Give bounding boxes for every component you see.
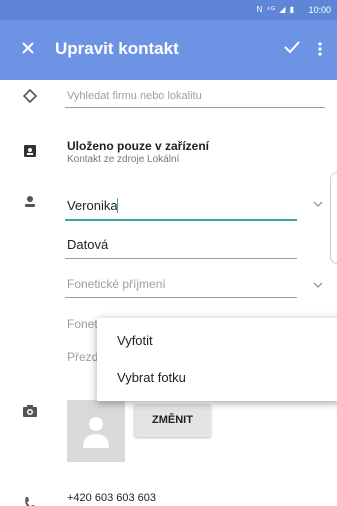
phone-icon xyxy=(25,497,36,506)
change-photo-button[interactable]: ZMĚNIT xyxy=(134,404,211,437)
phone-number-input[interactable]: +420 603 603 603 xyxy=(67,492,156,504)
menu-item-take-photo[interactable]: Vyfotit xyxy=(117,333,153,348)
chevron-down-icon[interactable] xyxy=(313,281,323,289)
contact-photo-placeholder[interactable] xyxy=(67,400,125,462)
app-bar: Upravit kontakt xyxy=(0,20,337,80)
last-name-input[interactable]: Datová xyxy=(67,237,108,252)
text-cursor xyxy=(117,198,118,213)
check-icon[interactable] xyxy=(283,39,301,55)
contact-card-icon xyxy=(24,145,36,157)
photo-options-menu: Vyfotit Vybrat fotku xyxy=(97,318,337,401)
close-icon[interactable] xyxy=(20,40,36,56)
first-name-input[interactable]: Veronika xyxy=(67,198,118,213)
side-panel-edge xyxy=(330,172,337,264)
phonetic-last-name-input[interactable]: Fonetické příjmení xyxy=(67,277,166,291)
phonetic-last-name-underline xyxy=(65,297,297,298)
page-title: Upravit kontakt xyxy=(55,39,179,58)
first-name-underline xyxy=(65,219,297,221)
status-icons: N ⁴ᴳ ◢ ▮ xyxy=(256,5,295,14)
camera-icon xyxy=(23,405,37,417)
company-search-underline xyxy=(65,107,325,108)
last-name-underline xyxy=(65,258,297,259)
more-vert-icon[interactable] xyxy=(317,41,323,57)
location-icon xyxy=(22,88,38,104)
status-time: 10:00 xyxy=(308,5,331,15)
avatar-silhouette-icon xyxy=(83,417,109,448)
menu-item-choose-photo[interactable]: Vybrat fotku xyxy=(117,370,186,385)
company-search-input[interactable]: Vyhledat firmu nebo lokalitu xyxy=(67,90,202,102)
chevron-down-icon[interactable] xyxy=(313,200,323,208)
status-bar: N ⁴ᴳ ◢ ▮ 10:00 xyxy=(0,0,337,20)
storage-subtitle: Kontakt ze zdroje Lokální xyxy=(67,154,180,165)
screen: N ⁴ᴳ ◢ ▮ 10:00 Upravit kontakt Vyhledat … xyxy=(0,0,337,506)
storage-title: Uloženo pouze v zařízení xyxy=(67,139,210,153)
person-icon xyxy=(25,196,35,207)
